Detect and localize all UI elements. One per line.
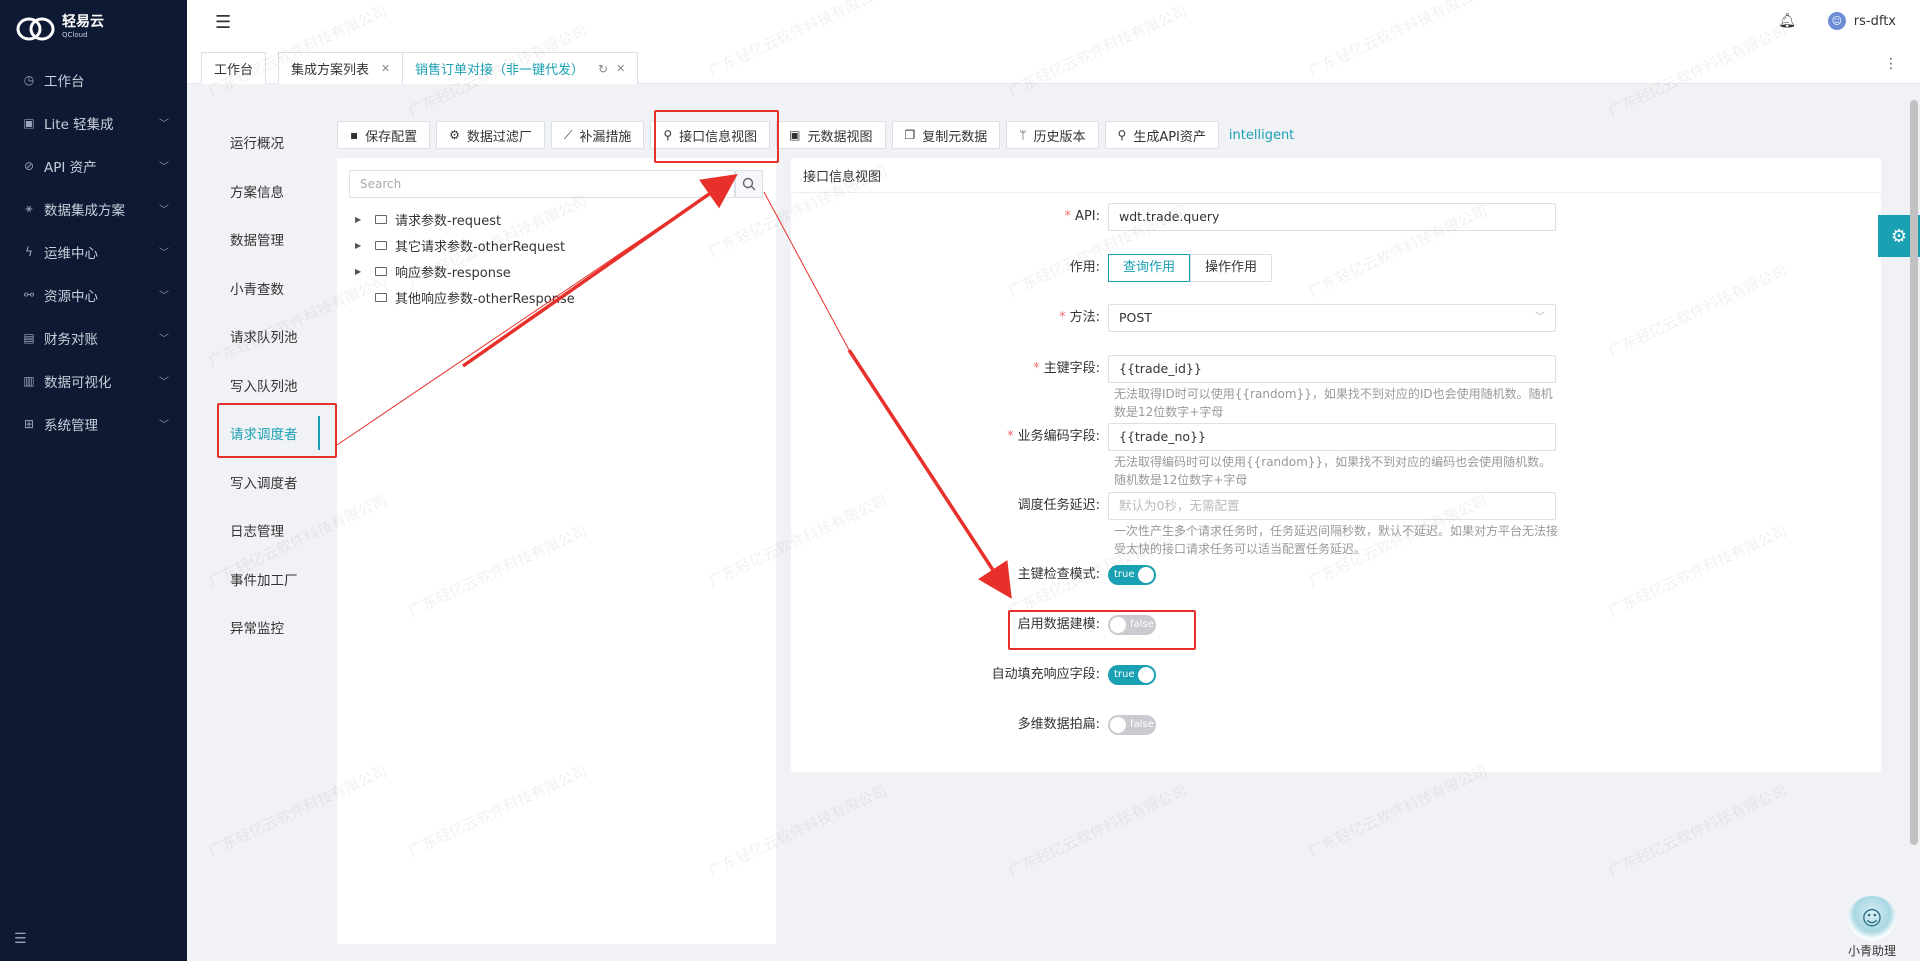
page-scrollbar[interactable] bbox=[1910, 100, 1918, 845]
assistant-label: 小青助理 bbox=[1847, 944, 1896, 958]
assistant-avatar-icon: ☺ bbox=[1847, 896, 1896, 940]
arrow-to-interface-view bbox=[461, 173, 738, 368]
assistant-widget[interactable]: ☺ 小青助理 bbox=[1847, 896, 1896, 959]
annotation-arrows bbox=[336, 173, 1012, 599]
arrow-to-modeling bbox=[847, 349, 1012, 599]
arrow-line bbox=[763, 191, 850, 351]
